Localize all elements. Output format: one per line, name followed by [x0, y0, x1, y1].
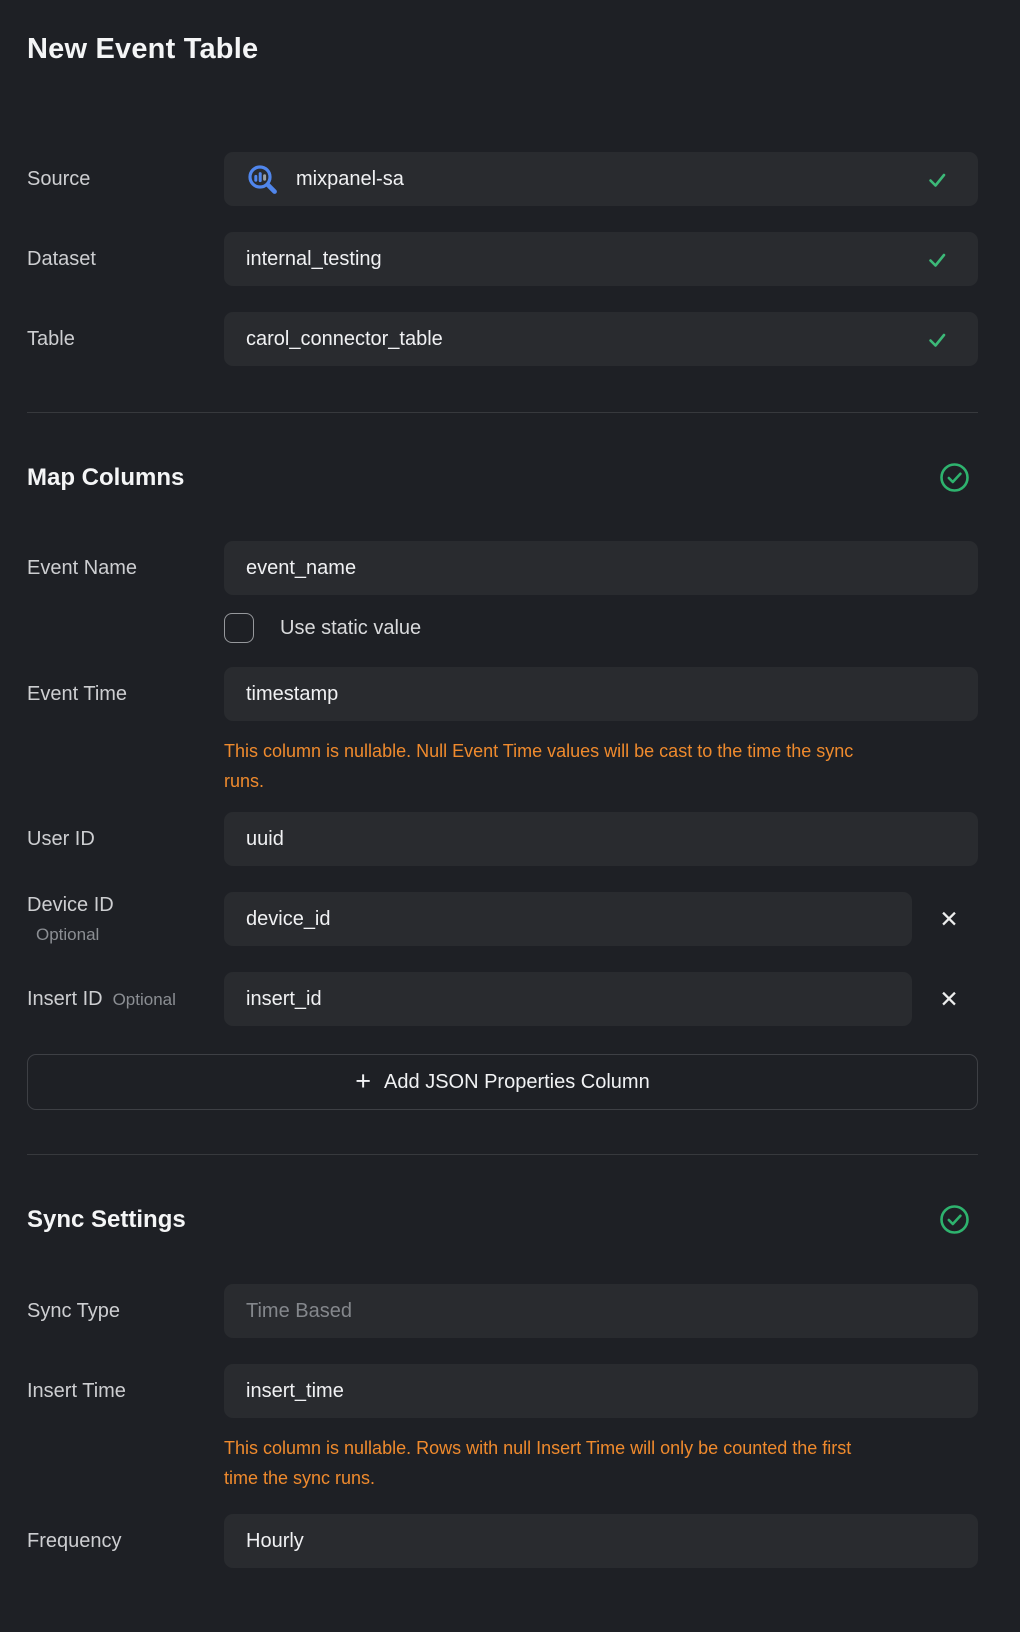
map-columns-heading: Map Columns [27, 462, 978, 493]
event-time-field[interactable]: timestamp [224, 667, 978, 721]
source-value: mixpanel-sa [296, 168, 404, 191]
user-id-field[interactable]: uuid [224, 812, 978, 866]
dataset-row: Dataset internal_testing [27, 232, 978, 286]
source-label: Source [27, 167, 224, 192]
plus-icon: + [355, 1068, 371, 1095]
device-id-field[interactable]: device_id [224, 892, 912, 946]
event-name-value: event_name [246, 557, 356, 580]
insert-id-field[interactable]: insert_id [224, 972, 912, 1026]
new-event-table-form: New Event Table Source mixpanel-sa Datas… [0, 0, 1020, 1568]
sync-settings-complete-icon [939, 1204, 970, 1235]
insert-time-nullable-warning: This column is nullable. Rows with null … [224, 1433, 978, 1493]
map-columns-title: Map Columns [27, 464, 184, 492]
event-name-label: Event Name [27, 556, 224, 581]
map-columns-complete-icon [939, 462, 970, 493]
warning-line: time the sync runs. [224, 1463, 978, 1493]
section-divider [27, 412, 978, 413]
section-divider [27, 1154, 978, 1155]
insert-id-remove-button[interactable]: ✕ [934, 984, 964, 1014]
table-field[interactable]: carol_connector_table [224, 312, 978, 366]
warning-line: This column is nullable. Rows with null … [224, 1433, 978, 1463]
event-time-value: timestamp [246, 683, 338, 706]
bigquery-magnifier-icon [246, 163, 279, 196]
device-id-label: Device ID [27, 893, 224, 918]
table-label: Table [27, 327, 224, 352]
insert-id-optional-label: Optional [113, 989, 176, 1010]
dataset-valid-check-icon [926, 248, 948, 270]
source-valid-check-icon [926, 168, 948, 190]
sync-type-value: Time Based [246, 1300, 352, 1323]
device-id-optional-label: Optional [36, 924, 224, 945]
use-static-value-checkbox[interactable] [224, 613, 254, 643]
device-id-remove-button[interactable]: ✕ [934, 904, 964, 934]
user-id-row: User ID uuid [27, 812, 978, 866]
warning-line: This column is nullable. Null Event Time… [224, 736, 978, 766]
insert-id-value: insert_id [246, 988, 322, 1011]
warning-line: runs. [224, 766, 978, 796]
table-row: Table carol_connector_table [27, 312, 978, 366]
sync-settings-title: Sync Settings [27, 1206, 186, 1234]
source-field[interactable]: mixpanel-sa [224, 152, 978, 206]
event-time-label: Event Time [27, 682, 224, 707]
sync-type-field: Time Based [224, 1284, 978, 1338]
insert-time-value: insert_time [246, 1380, 344, 1403]
event-name-row: Event Name event_name [27, 541, 978, 595]
frequency-field[interactable]: Hourly [224, 1514, 978, 1568]
table-value: carol_connector_table [246, 328, 443, 351]
event-time-row: Event Time timestamp [27, 667, 978, 721]
frequency-row: Frequency Hourly [27, 1514, 978, 1568]
device-id-label-group: Device ID Optional [27, 893, 224, 945]
user-id-value: uuid [246, 828, 284, 851]
sync-type-row: Sync Type Time Based [27, 1284, 978, 1338]
dataset-label: Dataset [27, 247, 224, 272]
static-value-row: Use static value [27, 613, 978, 643]
insert-id-label-group: Insert ID Optional [27, 987, 224, 1012]
insert-time-row: Insert Time insert_time [27, 1364, 978, 1418]
insert-time-label: Insert Time [27, 1379, 224, 1404]
sync-settings-heading: Sync Settings [27, 1204, 978, 1235]
event-time-nullable-warning: This column is nullable. Null Event Time… [224, 736, 978, 796]
insert-id-label: Insert ID [27, 987, 103, 1012]
user-id-label: User ID [27, 827, 224, 852]
frequency-label: Frequency [27, 1529, 224, 1554]
add-json-properties-column-button[interactable]: + Add JSON Properties Column [27, 1054, 978, 1110]
dataset-value: internal_testing [246, 248, 382, 271]
dataset-field[interactable]: internal_testing [224, 232, 978, 286]
frequency-value: Hourly [246, 1530, 304, 1553]
event-name-field[interactable]: event_name [224, 541, 978, 595]
device-id-row: Device ID Optional device_id ✕ [27, 892, 978, 946]
use-static-value-label: Use static value [280, 617, 421, 640]
insert-id-row: Insert ID Optional insert_id ✕ [27, 972, 978, 1026]
insert-time-field[interactable]: insert_time [224, 1364, 978, 1418]
table-valid-check-icon [926, 328, 948, 350]
device-id-value: device_id [246, 908, 331, 931]
sync-type-label: Sync Type [27, 1299, 224, 1324]
source-row: Source mixpanel-sa [27, 152, 978, 206]
page-title: New Event Table [27, 0, 978, 66]
add-json-properties-column-label: Add JSON Properties Column [384, 1071, 650, 1094]
